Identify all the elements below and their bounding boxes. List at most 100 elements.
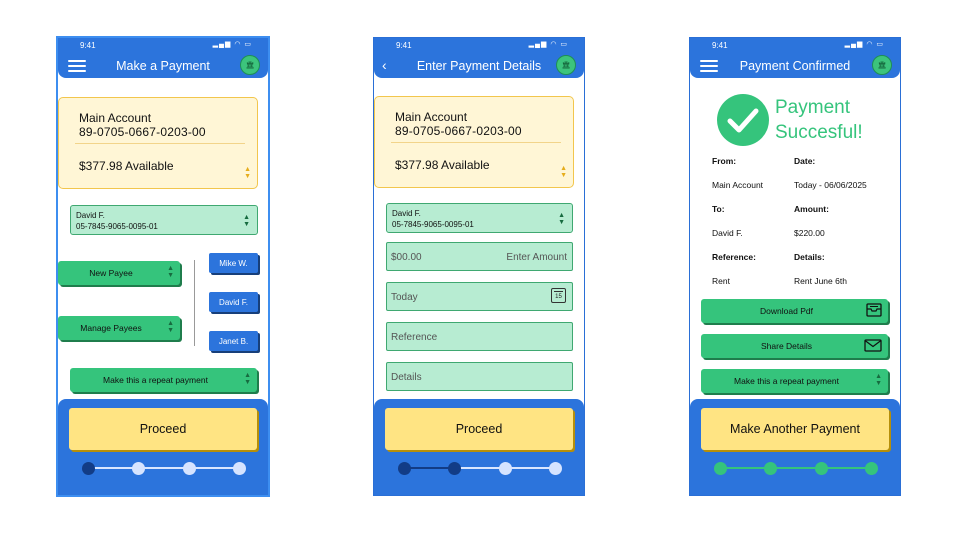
step-dot <box>714 462 727 475</box>
payment-details-screen: 9:41 ▂▄▆ ◠ ▭ ‹ Enter Payment Details 🏛 M… <box>373 37 585 496</box>
to-value: David F. <box>712 228 743 238</box>
details-value: Rent June 6th <box>794 276 847 286</box>
account-name: Main Account <box>79 111 152 125</box>
from-value: Main Account <box>712 180 764 190</box>
amount-prefix: $00.00 <box>391 252 422 263</box>
new-payee-button[interactable]: New Payee ▲ ▼ <box>58 261 180 285</box>
quick-payee-button[interactable]: Janet B. <box>209 331 258 351</box>
account-balance: $377.98 Available <box>79 159 174 173</box>
sort-arrows-icon: ▲ ▼ <box>167 320 174 334</box>
page-title: Payment Confirmed <box>739 59 851 73</box>
make-another-payment-button[interactable]: Make Another Payment <box>701 408 889 450</box>
reference-input[interactable]: Reference <box>386 322 573 351</box>
manage-payees-label: Manage Payees <box>80 323 142 333</box>
repeat-payment-label: Make this a repeat payment <box>103 375 208 385</box>
status-bar: 9:41 ▂▄▆ ◠ ▭ <box>374 38 584 54</box>
download-pdf-button[interactable]: Download Pdf <box>701 299 888 323</box>
nav-bar: Make a Payment 🏛 <box>58 54 268 78</box>
stepper-track-done <box>404 467 454 469</box>
sort-arrows-icon: ▲ ▼ <box>244 372 251 386</box>
payee-number: 05-7845-9065-0095-01 <box>76 222 158 231</box>
bank-icon[interactable]: 🏛 <box>240 55 260 75</box>
repeat-payment-toggle[interactable]: Make this a repeat payment ▲ ▼ <box>70 368 257 392</box>
proceed-button[interactable]: Proceed <box>69 408 257 450</box>
card-divider <box>391 142 561 143</box>
bottom-panel: Make Another Payment <box>690 399 900 495</box>
signal-wifi-battery-icon: ▂▄▆ ◠ ▭ <box>212 41 252 48</box>
step-dot <box>815 462 828 475</box>
bank-icon[interactable]: 🏛 <box>872 55 892 75</box>
signal-wifi-battery-icon: ▂▄▆ ◠ ▭ <box>528 41 568 48</box>
step-dot <box>82 462 95 475</box>
date-placeholder: Today <box>391 292 418 303</box>
step-dot <box>233 462 246 475</box>
payee-number: 05-7845-9065-0095-01 <box>392 220 474 229</box>
download-pdf-label: Download Pdf <box>760 306 813 316</box>
bank-icon[interactable]: 🏛 <box>556 55 576 75</box>
account-number: 89-0705-0667-0203-00 <box>395 124 522 138</box>
sort-arrows-icon: ▲ ▼ <box>558 212 565 226</box>
signal-wifi-battery-icon: ▂▄▆ ◠ ▭ <box>844 41 884 48</box>
step-dot <box>764 462 777 475</box>
calendar-icon[interactable]: 15 <box>551 288 566 303</box>
amount-label: Amount: <box>794 204 829 214</box>
reference-placeholder: Reference <box>391 332 438 343</box>
bottom-panel: Proceed <box>374 399 584 495</box>
repeat-payment-label: Make this a repeat payment <box>734 376 839 386</box>
envelope-icon <box>864 339 882 352</box>
status-time: 9:41 <box>396 41 412 50</box>
nav-bar: Payment Confirmed 🏛 <box>690 54 900 78</box>
date-input[interactable]: Today 15 <box>386 282 573 311</box>
step-dot <box>183 462 196 475</box>
proceed-button[interactable]: Proceed <box>385 408 573 450</box>
stepper-track <box>88 467 240 469</box>
account-name: Main Account <box>395 110 468 124</box>
details-label: Details: <box>794 252 825 262</box>
amount-input[interactable]: $00.00 Enter Amount <box>386 242 573 271</box>
to-label: To: <box>712 204 725 214</box>
page-title: Make a Payment <box>116 59 210 73</box>
make-payment-screen: 9:41 ▂▄▆ ◠ ▭ Make a Payment 🏛 Main Accou… <box>56 36 270 497</box>
vertical-divider <box>194 260 195 346</box>
payee-selector[interactable]: David F. 05-7845-9065-0095-01 ▲ ▼ <box>70 205 258 235</box>
step-dot <box>132 462 145 475</box>
payment-confirmed-screen: 9:41 ▂▄▆ ◠ ▭ Payment Confirmed 🏛 Payment… <box>689 37 901 496</box>
step-dot <box>549 462 562 475</box>
share-details-label: Share Details <box>760 341 813 351</box>
progress-stepper <box>82 462 246 475</box>
account-selector[interactable]: Main Account 89-0705-0667-0203-00 $377.9… <box>58 97 258 189</box>
bottom-panel: Proceed <box>58 399 268 495</box>
sort-arrows-icon: ▲ ▼ <box>875 373 882 387</box>
share-details-button[interactable]: Share Details <box>701 334 888 358</box>
date-value: Today - 06/06/2025 <box>794 180 867 190</box>
from-label: From: <box>712 156 737 166</box>
card-divider <box>75 143 245 144</box>
progress-stepper <box>398 462 562 475</box>
sort-arrows-icon: ▲ ▼ <box>560 165 567 179</box>
new-payee-label: New Payee <box>89 268 133 278</box>
date-label: Date: <box>794 156 816 166</box>
sort-arrows-icon: ▲ ▼ <box>167 265 174 279</box>
account-balance: $377.98 Available <box>395 158 490 172</box>
sort-arrows-icon: ▲ ▼ <box>243 214 250 228</box>
progress-stepper <box>714 462 878 475</box>
details-input[interactable]: Details <box>386 362 573 391</box>
status-time: 9:41 <box>80 41 96 50</box>
page-title: Enter Payment Details <box>416 59 542 73</box>
payee-name: David F. <box>392 209 421 218</box>
nav-bar: ‹ Enter Payment Details 🏛 <box>374 54 584 78</box>
amount-value: $220.00 <box>794 228 825 238</box>
quick-payee-button[interactable]: Mike W. <box>209 253 258 273</box>
payee-selector[interactable]: David F. 05-7845-9065-0095-01 ▲ ▼ <box>386 203 573 233</box>
manage-payees-button[interactable]: Manage Payees ▲ ▼ <box>58 316 180 340</box>
inbox-tray-icon <box>866 303 882 317</box>
success-line: Payment <box>775 97 850 118</box>
account-selector[interactable]: Main Account 89-0705-0667-0203-00 $377.9… <box>374 96 574 188</box>
step-dot <box>865 462 878 475</box>
status-bar: 9:41 ▂▄▆ ◠ ▭ <box>690 38 900 54</box>
quick-payee-button[interactable]: David F. <box>209 292 258 312</box>
amount-placeholder: Enter Amount <box>506 252 567 263</box>
repeat-payment-toggle[interactable]: Make this a repeat payment ▲ ▼ <box>701 369 888 393</box>
reference-label: Reference: <box>712 252 756 262</box>
success-message: Payment Succesful! <box>775 95 863 145</box>
